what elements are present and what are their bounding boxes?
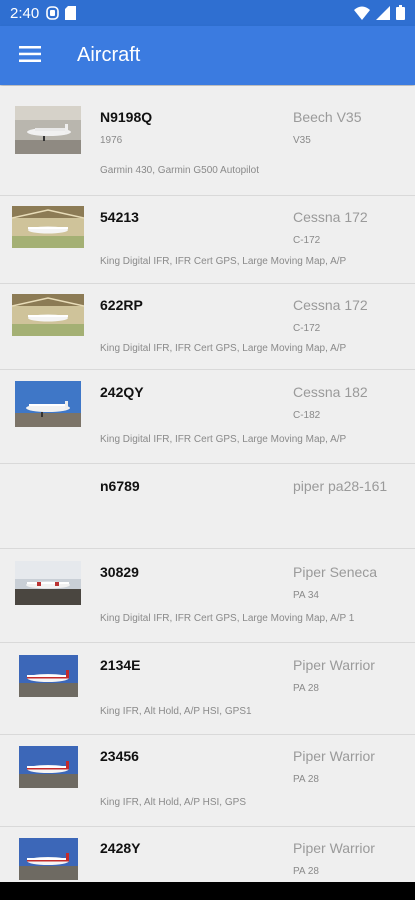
hamburger-menu-icon [19, 45, 41, 67]
aircraft-equipment: King Digital IFR, IFR Cert GPS, Large Mo… [100, 343, 347, 354]
aircraft-subtype: V35 [293, 135, 311, 146]
aircraft-subtype: PA 28 [293, 774, 319, 785]
status-right-icons [354, 5, 405, 25]
aircraft-subtype: C-172 [293, 235, 321, 246]
aircraft-model: Beech V35 [293, 109, 362, 125]
aircraft-model: piper pa28-161 [293, 478, 388, 494]
aircraft-model: Cessna 182 [293, 384, 368, 400]
aircraft-row[interactable]: n6789 piper pa28-161 [0, 464, 415, 549]
status-time: 2:40 [10, 5, 40, 22]
aircraft-row[interactable]: N9198Q 1976 Beech V35 V35 Garmin 430, Ga… [0, 86, 415, 196]
red-white-plane-photo [19, 655, 78, 697]
menu-button[interactable] [14, 42, 46, 70]
aircraft-row[interactable]: 2428Y Piper Warrior PA 28 [0, 827, 415, 882]
aircraft-model: Piper Warrior [293, 840, 375, 856]
app-bar: Aircraft [0, 26, 415, 85]
aircraft-tail-number: n6789 [100, 478, 140, 494]
hangar-plane-photo [12, 206, 84, 248]
aircraft-subtype: PA 28 [293, 866, 319, 877]
aircraft-model: Piper Warrior [293, 657, 375, 673]
aircraft-subtype: C-182 [293, 410, 321, 421]
aircraft-tail-number: 242QY [100, 384, 144, 400]
aircraft-year: 1976 [100, 135, 123, 146]
hangar-plane-photo [15, 106, 81, 154]
signal-icon [376, 5, 390, 25]
aircraft-list[interactable]: N9198Q 1976 Beech V35 V35 Garmin 430, Ga… [0, 86, 415, 882]
sd-card-icon [65, 6, 76, 25]
aircraft-tail-number: 30829 [100, 564, 139, 580]
page-title: Aircraft [77, 44, 141, 66]
aircraft-row[interactable]: 242QY Cessna 182 C-182 King Digital IFR,… [0, 370, 415, 464]
aircraft-subtype: C-172 [293, 323, 321, 334]
aircraft-tail-number: 2428Y [100, 840, 141, 856]
aircraft-equipment: King IFR, Alt Hold, A/P HSI, GPS1 [100, 706, 252, 717]
aircraft-tail-number: 622RP [100, 297, 143, 313]
aircraft-model: Piper Warrior [293, 748, 375, 764]
aircraft-tail-number: 23456 [100, 748, 139, 764]
battery-icon [396, 5, 405, 25]
aircraft-equipment: Garmin 430, Garmin G500 Autopilot [100, 165, 259, 176]
aircraft-model: Cessna 172 [293, 297, 368, 313]
red-white-plane-photo [19, 746, 78, 788]
aircraft-row[interactable]: 23456 Piper Warrior PA 28 King IFR, Alt … [0, 735, 415, 827]
aircraft-equipment: King Digital IFR, IFR Cert GPS, Large Mo… [100, 434, 347, 445]
aircraft-subtype: PA 28 [293, 683, 319, 694]
aircraft-subtype: PA 34 [293, 590, 319, 601]
aircraft-row[interactable]: 2134E Piper Warrior PA 28 King IFR, Alt … [0, 643, 415, 735]
sky-plane-photo [15, 381, 81, 427]
ramp-plane-photo [15, 561, 81, 605]
aircraft-model: Cessna 172 [293, 209, 368, 225]
wifi-icon [354, 6, 370, 25]
aircraft-equipment: King Digital IFR, IFR Cert GPS, Large Mo… [100, 613, 355, 624]
aircraft-row[interactable]: 622RP Cessna 172 C-172 King Digital IFR,… [0, 284, 415, 370]
red-white-plane-photo [19, 838, 78, 880]
aircraft-equipment: King Digital IFR, IFR Cert GPS, Large Mo… [100, 256, 347, 267]
hangar-plane-photo [12, 294, 84, 336]
aircraft-tail-number: 54213 [100, 209, 139, 225]
aircraft-equipment: King IFR, Alt Hold, A/P HSI, GPS [100, 797, 246, 808]
aircraft-row[interactable]: 54213 Cessna 172 C-172 King Digital IFR,… [0, 196, 415, 284]
aircraft-tail-number: N9198Q [100, 109, 153, 125]
aircraft-row[interactable]: 30829 Piper Seneca PA 34 King Digital IF… [0, 549, 415, 643]
status-left-icons [46, 6, 76, 25]
status-bar: 2:40 [0, 0, 415, 26]
navigation-bar [0, 882, 415, 900]
sync-icon [46, 6, 59, 25]
aircraft-tail-number: 2134E [100, 657, 141, 673]
aircraft-model: Piper Seneca [293, 564, 378, 580]
